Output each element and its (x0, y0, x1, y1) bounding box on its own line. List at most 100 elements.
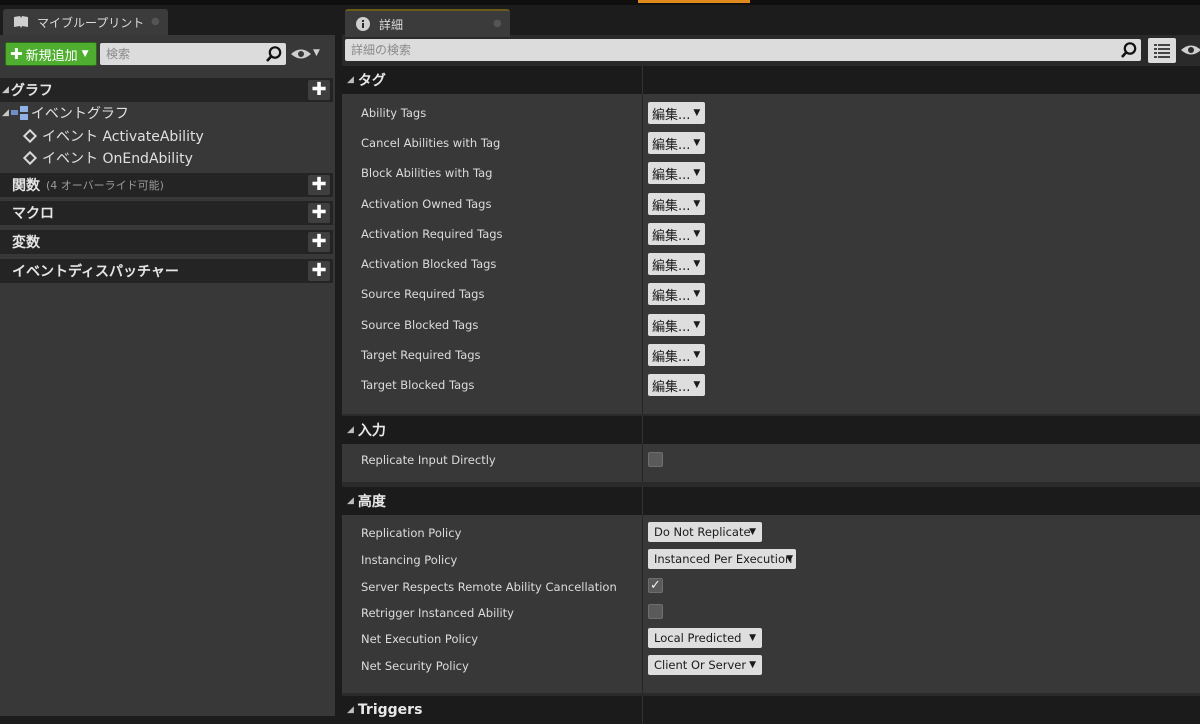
tab-label: マイブループリント (37, 15, 145, 30)
column-divider[interactable] (642, 444, 643, 482)
edit-button-label: 編集... (652, 198, 691, 214)
details-panel: 詳細 ● ◢ タグ Ability Tags 編集...▼ Cancel Abi… (342, 5, 1200, 724)
column-divider[interactable] (642, 94, 643, 414)
my-blueprint-panel: マイブループリント ● ✚ 新規追加 ▼ ▼ ◢ グラフ ✚ ◢ イベントグラフ… (0, 5, 335, 716)
column-divider[interactable] (642, 515, 643, 693)
add-graph-button[interactable]: ✚ (308, 80, 330, 100)
edit-tags-button[interactable]: 編集... ▼ (648, 223, 705, 245)
collapse-triangle-icon[interactable]: ◢ (347, 425, 354, 435)
edit-tags-button[interactable]: 編集... ▼ (648, 253, 705, 275)
edit-tags-button[interactable]: 編集... ▼ (648, 314, 705, 336)
search-input[interactable] (100, 43, 256, 65)
property-label: Block Abilities with Tag (361, 166, 493, 180)
property-label: Net Security Policy (361, 659, 469, 673)
chevron-down-icon: ▼ (693, 168, 701, 178)
category-tags[interactable]: ◢ タグ (342, 66, 1200, 94)
search-icon[interactable] (1120, 41, 1138, 59)
chevron-down-icon: ▼ (786, 554, 793, 564)
edit-button-label: 編集... (652, 167, 691, 183)
property-label: Ability Tags (361, 106, 427, 120)
left-tab-bar: マイブループリント ● (0, 5, 335, 35)
tab-details[interactable]: 詳細 ● (345, 9, 510, 37)
diamond-event-icon (22, 150, 38, 166)
event-label: イベント ActivateAbility (42, 129, 204, 145)
close-icon[interactable]: ● (151, 17, 160, 27)
tab-my-blueprint[interactable]: マイブループリント ● (3, 9, 168, 35)
replicate-input-directly-checkbox[interactable] (648, 452, 663, 467)
property-label: Activation Owned Tags (361, 197, 492, 211)
retrigger-instanced-ability-checkbox[interactable] (648, 604, 663, 619)
replication-policy-dropdown[interactable]: Do Not Replicate ▼ (648, 522, 762, 542)
eye-icon[interactable] (1180, 43, 1200, 57)
chevron-down-icon: ▼ (693, 380, 701, 390)
net-security-policy-dropdown[interactable]: Client Or Server ▼ (648, 655, 762, 675)
search-icon[interactable] (265, 45, 283, 63)
add-new-button[interactable]: ✚ 新規追加 ▼ (5, 42, 97, 66)
add-macro-button[interactable]: ✚ (308, 203, 330, 223)
tree-item-event[interactable]: イベント OnEndAbility (22, 148, 193, 168)
column-divider (642, 66, 643, 94)
column-divider (642, 416, 643, 444)
edit-tags-button[interactable]: 編集... ▼ (648, 102, 705, 124)
collapse-triangle-icon[interactable]: ◢ (2, 85, 9, 95)
section-graphs[interactable]: ◢ グラフ ✚ (0, 78, 333, 102)
details-search-input[interactable] (345, 39, 1051, 61)
edit-tags-button[interactable]: 編集... ▼ (648, 283, 705, 305)
left-toolbar: ✚ 新規追加 ▼ ▼ (0, 35, 335, 75)
event-graph-label: イベントグラフ (30, 106, 129, 122)
property-label: Retrigger Instanced Ability (361, 606, 514, 620)
category-advanced[interactable]: ◢ 高度 (342, 487, 1200, 515)
category-title: 入力 (357, 423, 386, 439)
column-divider (642, 696, 643, 724)
property-label: Cancel Abilities with Tag (361, 136, 501, 150)
edit-button-label: 編集... (652, 349, 691, 365)
tree-item-event[interactable]: イベント ActivateAbility (22, 126, 204, 146)
server-respects-cancellation-checkbox[interactable]: ✓ (648, 578, 663, 593)
edit-button-label: 編集... (652, 228, 691, 244)
category-input[interactable]: ◢ 入力 (342, 416, 1200, 444)
section-variables[interactable]: 変数 ✚ (0, 230, 333, 254)
edit-tags-button[interactable]: 編集... ▼ (648, 132, 705, 154)
category-triggers[interactable]: ◢ Triggers (342, 696, 1200, 724)
section-title: マクロ (12, 206, 54, 222)
close-icon[interactable]: ● (493, 19, 502, 29)
category-tags-body: Ability Tags 編集... ▼ Cancel Abilities wit… (342, 94, 1200, 414)
event-label: イベント OnEndAbility (42, 151, 193, 167)
chevron-down-icon: ▼ (693, 259, 701, 269)
edit-tags-button[interactable]: 編集... ▼ (648, 344, 705, 366)
edit-tags-button[interactable]: 編集... ▼ (648, 193, 705, 215)
collapse-triangle-icon[interactable]: ◢ (347, 705, 354, 715)
chevron-down-icon: ▼ (81, 49, 89, 59)
edit-tags-button[interactable]: 編集... ▼ (648, 374, 705, 396)
section-title: 関数 (12, 178, 40, 194)
instancing-policy-dropdown[interactable]: Instanced Per Execution ▼ (648, 549, 796, 569)
net-execution-policy-dropdown[interactable]: Local Predicted ▼ (648, 628, 762, 648)
property-label: Activation Required Tags (361, 227, 503, 241)
chevron-down-icon[interactable]: ▼ (313, 48, 320, 58)
edit-button-label: 編集... (652, 107, 691, 123)
property-label: Replication Policy (361, 526, 462, 540)
section-subtitle: (4 オーバーライド可能) (46, 179, 164, 192)
section-event-dispatchers[interactable]: イベントディスパッチャー ✚ (0, 259, 333, 283)
add-function-button[interactable]: ✚ (308, 175, 330, 195)
view-options-button[interactable] (1148, 38, 1176, 63)
eye-icon[interactable] (290, 47, 312, 61)
dropdown-value: Instanced Per Execution (654, 552, 793, 566)
edit-tags-button[interactable]: 編集... ▼ (648, 162, 705, 184)
active-tab-accent (638, 0, 750, 3)
panel-splitter[interactable] (335, 5, 342, 716)
chevron-down-icon: ▼ (749, 660, 756, 670)
chevron-down-icon: ▼ (693, 138, 701, 148)
category-title: タグ (357, 73, 386, 89)
add-event-dispatcher-button[interactable]: ✚ (308, 261, 330, 281)
category-input-body: Replicate Input Directly (342, 444, 1200, 482)
add-variable-button[interactable]: ✚ (308, 232, 330, 252)
column-divider (642, 487, 643, 515)
tree-item-event-graph[interactable]: ◢ イベントグラフ (2, 103, 129, 123)
plus-icon: ✚ (10, 45, 23, 63)
collapse-triangle-icon[interactable]: ◢ (347, 75, 354, 85)
section-macros[interactable]: マクロ ✚ (0, 201, 333, 225)
section-functions[interactable]: 関数 (4 オーバーライド可能) ✚ (0, 173, 333, 197)
collapse-triangle-icon[interactable]: ◢ (2, 108, 9, 118)
collapse-triangle-icon[interactable]: ◢ (347, 496, 354, 506)
